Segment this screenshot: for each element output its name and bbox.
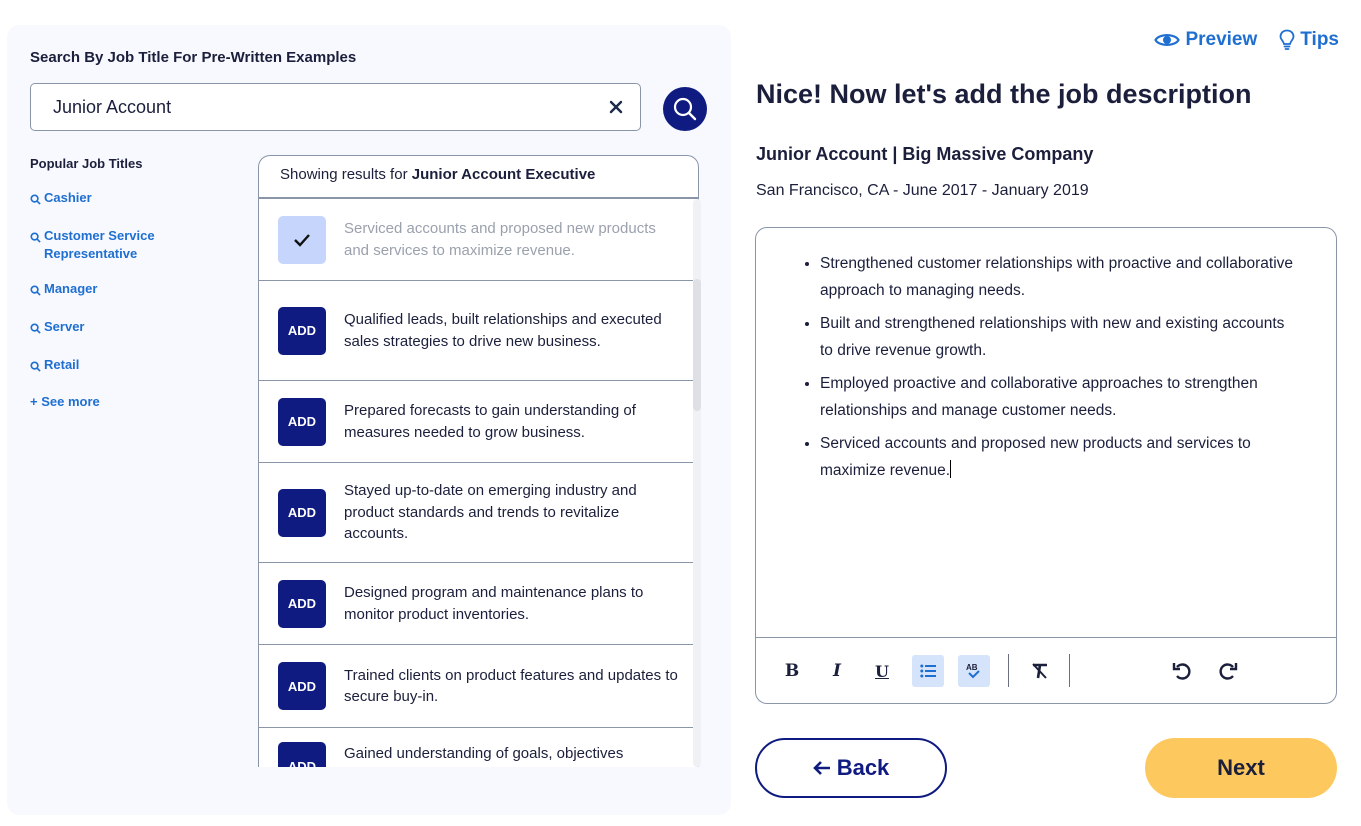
- add-button[interactable]: ADD: [278, 579, 326, 628]
- undo-icon: [1172, 663, 1191, 680]
- popular-item-customer-service-representative[interactable]: Customer Service Representative: [30, 227, 230, 263]
- results-header: Showing results for Junior Account Execu…: [259, 156, 698, 199]
- search-icon: [30, 321, 44, 339]
- redo-icon: [1219, 663, 1238, 680]
- results-prefix: Showing results for: [280, 166, 412, 183]
- bullet-list-icon: [920, 664, 936, 678]
- toolbar-divider: [1069, 654, 1070, 687]
- popular-item-manager[interactable]: Manager: [30, 280, 230, 301]
- clear-search-button[interactable]: [604, 95, 628, 119]
- popular-item-server[interactable]: Server: [30, 318, 230, 339]
- svg-text:AB: AB: [966, 663, 978, 672]
- popular-item-label: Customer Service Representative: [44, 228, 155, 261]
- bullet-item: Serviced accounts and proposed new produ…: [820, 430, 1296, 484]
- result-row: ADD Designed program and maintenance pla…: [259, 563, 698, 645]
- add-button[interactable]: ADD: [278, 306, 326, 355]
- search-heading: Search By Job Title For Pre-Written Exam…: [30, 49, 357, 66]
- search-button[interactable]: [663, 87, 707, 131]
- job-title-search-box: [30, 83, 641, 131]
- add-button[interactable]: ADD: [278, 662, 326, 710]
- added-toggle-button[interactable]: [278, 215, 326, 264]
- spellcheck-button[interactable]: AB: [958, 655, 990, 687]
- add-button[interactable]: ADD: [278, 742, 326, 767]
- preview-link[interactable]: Preview: [1154, 29, 1257, 51]
- text-cursor: [950, 460, 952, 478]
- result-text: Designed program and maintenance plans t…: [344, 584, 644, 623]
- result-row: ADD Trained clients on product features …: [259, 645, 698, 728]
- italic-icon: I: [833, 661, 841, 681]
- check-icon: [294, 233, 310, 247]
- next-button[interactable]: Next: [1145, 738, 1337, 798]
- examples-panel: Search By Job Title For Pre-Written Exam…: [7, 25, 731, 815]
- result-row: ADD Qualified leads, built relationships…: [259, 281, 698, 381]
- popular-item-label: Manager: [44, 281, 98, 296]
- tips-link[interactable]: Tips: [1279, 29, 1339, 51]
- search-icon: [673, 97, 697, 121]
- popular-item-label: Retail: [44, 357, 80, 372]
- editor-toolbar: B I U AB: [756, 637, 1336, 703]
- popular-job-titles-list: Cashier Customer Service Representative …: [30, 189, 230, 409]
- clear-formatting-button[interactable]: [1024, 655, 1056, 687]
- close-icon: [609, 100, 623, 114]
- result-text: Trained clients on product features and …: [344, 666, 678, 706]
- add-button[interactable]: ADD: [278, 488, 326, 537]
- result-text: Stayed up-to-date on emerging industry a…: [344, 482, 637, 543]
- undo-button[interactable]: [1166, 655, 1198, 687]
- bullet-list-button[interactable]: [912, 655, 944, 687]
- eye-icon: [1154, 34, 1181, 46]
- result-text: Gained understanding of goals, objective…: [344, 745, 624, 762]
- popular-item-label: Cashier: [44, 190, 92, 205]
- job-title-search-input[interactable]: [53, 84, 573, 130]
- result-row: ADD Prepared forecasts to gain understan…: [259, 381, 698, 463]
- search-icon: [30, 192, 44, 210]
- back-button[interactable]: Back: [755, 738, 947, 798]
- popular-item-retail[interactable]: Retail: [30, 356, 230, 377]
- search-icon: [30, 230, 44, 248]
- popular-item-label: Server: [44, 319, 85, 334]
- job-description-editor: Strengthened customer relationships with…: [755, 227, 1337, 704]
- page-title: Nice! Now let's add the job description: [756, 79, 1252, 109]
- clear-formatting-icon: [1032, 663, 1047, 679]
- spellcheck-icon: AB: [966, 663, 980, 679]
- bold-icon: B: [784, 661, 800, 681]
- result-row: ADD Gained understanding of goals, objec…: [259, 728, 698, 767]
- results-query: Junior Account Executive: [411, 166, 596, 183]
- popular-job-titles-heading: Popular Job Titles: [30, 156, 143, 171]
- add-button[interactable]: ADD: [278, 397, 326, 446]
- search-icon: [30, 359, 44, 377]
- result-row: Serviced accounts and proposed new produ…: [259, 199, 698, 281]
- results-scrollbar-thumb[interactable]: [693, 279, 701, 411]
- results-scrollbar[interactable]: [693, 199, 701, 767]
- popular-item-cashier[interactable]: Cashier: [30, 189, 230, 210]
- bullet-text: Serviced accounts and proposed new produ…: [820, 435, 1251, 479]
- bullet-item: Strengthened customer relationships with…: [820, 250, 1296, 304]
- editor-content[interactable]: Strengthened customer relationships with…: [756, 250, 1336, 636]
- toolbar-divider: [1008, 654, 1009, 687]
- job-location-dates: San Francisco, CA - June 2017 - January …: [756, 182, 1089, 199]
- arrow-left-icon: [812, 761, 830, 775]
- italic-button[interactable]: I: [821, 655, 853, 687]
- lightbulb-icon: [1279, 29, 1295, 50]
- redo-button[interactable]: [1212, 655, 1244, 687]
- back-label: Back: [836, 755, 890, 780]
- result-text: Serviced accounts and proposed new produ…: [344, 220, 656, 259]
- preview-label: Preview: [1185, 29, 1258, 50]
- result-text: Qualified leads, built relationships and…: [344, 311, 662, 350]
- underline-icon: U: [875, 661, 889, 681]
- underline-button[interactable]: U: [866, 655, 898, 687]
- search-icon: [30, 283, 44, 301]
- tips-label: Tips: [1300, 29, 1339, 50]
- result-row: ADD Stayed up-to-date on emerging indust…: [259, 463, 698, 563]
- bold-button[interactable]: B: [776, 655, 808, 687]
- bullet-item: Employed proactive and collaborative app…: [820, 370, 1296, 424]
- see-more-link[interactable]: + See more: [30, 394, 230, 409]
- header-links: Preview Tips: [1154, 29, 1339, 51]
- results-card: Showing results for Junior Account Execu…: [258, 155, 699, 767]
- bullet-list: Strengthened customer relationships with…: [820, 250, 1296, 484]
- result-text: Prepared forecasts to gain understanding…: [344, 402, 636, 441]
- job-title-company: Junior Account | Big Massive Company: [756, 144, 1094, 164]
- next-label: Next: [1217, 755, 1265, 780]
- bullet-item: Built and strengthened relationships wit…: [820, 310, 1296, 364]
